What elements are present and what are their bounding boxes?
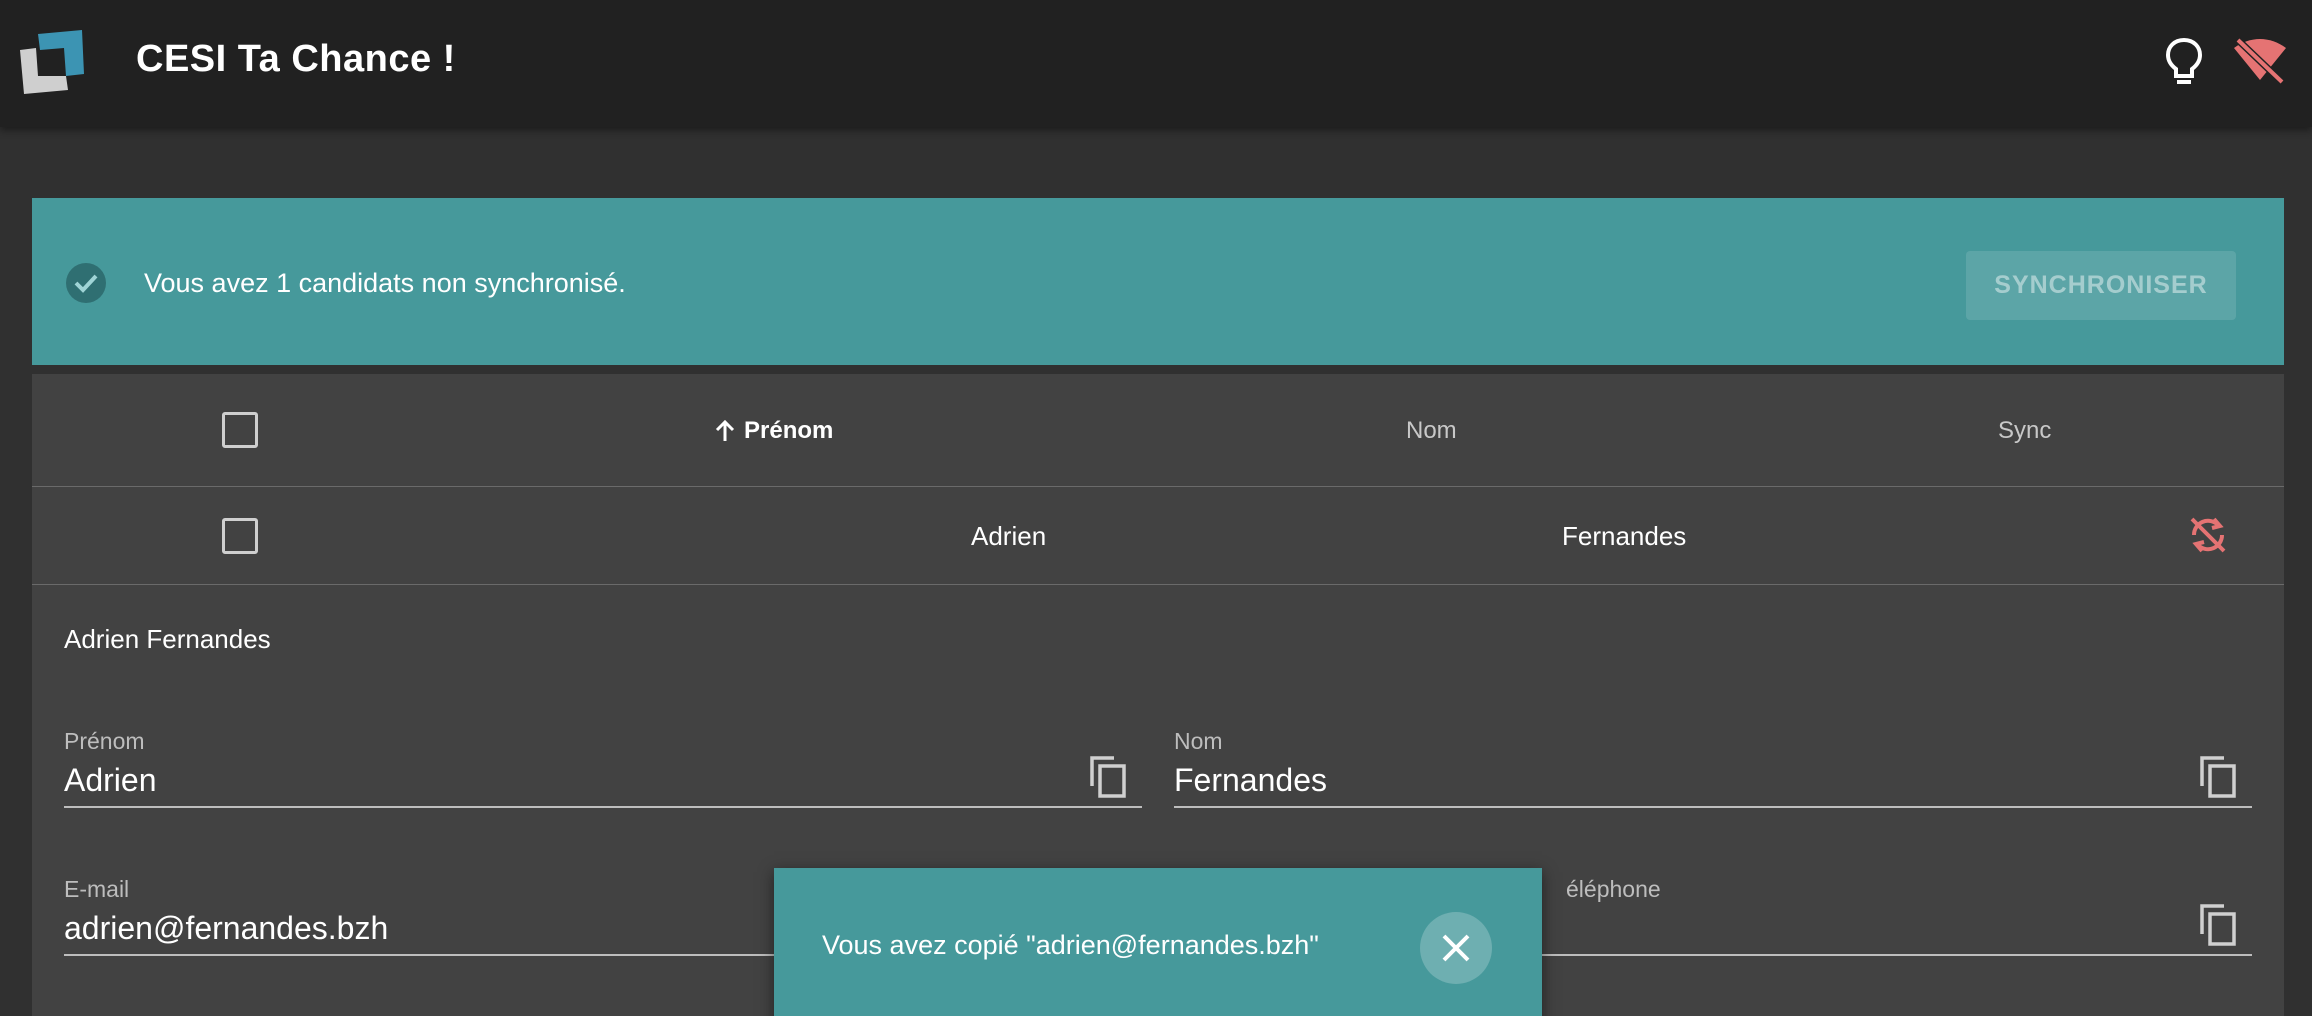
sync-off-icon[interactable]: [2188, 515, 2228, 555]
cell-prenom: Adrien: [971, 521, 1047, 551]
arrow-up-icon: [715, 419, 735, 441]
column-header-prenom-label: Prénom: [744, 417, 834, 444]
sync-banner: Vous avez 1 candidats non synchronisé. S…: [32, 198, 2284, 365]
table-header: Prénom Nom Sync: [32, 374, 2284, 487]
copy-icon[interactable]: [2198, 754, 2238, 800]
snackbar-close-button[interactable]: [1420, 912, 1492, 984]
close-icon: [1442, 934, 1470, 962]
column-header-prenom[interactable]: Prénom: [714, 417, 833, 445]
lightbulb-icon[interactable]: [2162, 36, 2206, 88]
nom-value[interactable]: Fernandes: [1174, 762, 1327, 799]
app-title: CESI Ta Chance !: [136, 38, 456, 80]
cell-nom: Fernandes: [1562, 521, 1687, 551]
snackbar: Vous avez copié "adrien@fernandes.bzh": [774, 868, 1542, 1016]
phone-label: éléphone: [1566, 876, 1661, 902]
app-logo: [20, 30, 84, 94]
prenom-field[interactable]: Prénom Adrien: [64, 728, 1142, 808]
select-all-checkbox[interactable]: [222, 412, 258, 448]
snackbar-message: Vous avez copié "adrien@fernandes.bzh": [822, 930, 1319, 960]
column-header-nom[interactable]: Nom: [1406, 417, 1457, 445]
check-circle-icon: [66, 263, 106, 303]
email-label: E-mail: [64, 876, 130, 902]
prenom-value[interactable]: Adrien: [64, 762, 157, 799]
nom-field[interactable]: Nom Fernandes: [1174, 728, 2252, 808]
row-checkbox[interactable]: [222, 518, 258, 554]
prenom-label: Prénom: [64, 728, 145, 754]
synchronize-button[interactable]: SYNCHRONISER: [1966, 251, 2236, 320]
column-header-sync[interactable]: Sync: [1998, 417, 2051, 445]
wifi-off-icon[interactable]: [2230, 36, 2290, 86]
copy-icon[interactable]: [1088, 754, 1128, 800]
email-value[interactable]: adrien@fernandes.bzh: [64, 910, 388, 947]
copy-icon[interactable]: [2198, 902, 2238, 948]
detail-full-name: Adrien Fernandes: [64, 624, 271, 654]
banner-message: Vous avez 1 candidats non synchronisé.: [144, 268, 626, 298]
nom-label: Nom: [1174, 728, 1223, 754]
table-row[interactable]: Adrien Fernandes: [32, 487, 2284, 585]
app-bar: CESI Ta Chance !: [0, 0, 2312, 127]
